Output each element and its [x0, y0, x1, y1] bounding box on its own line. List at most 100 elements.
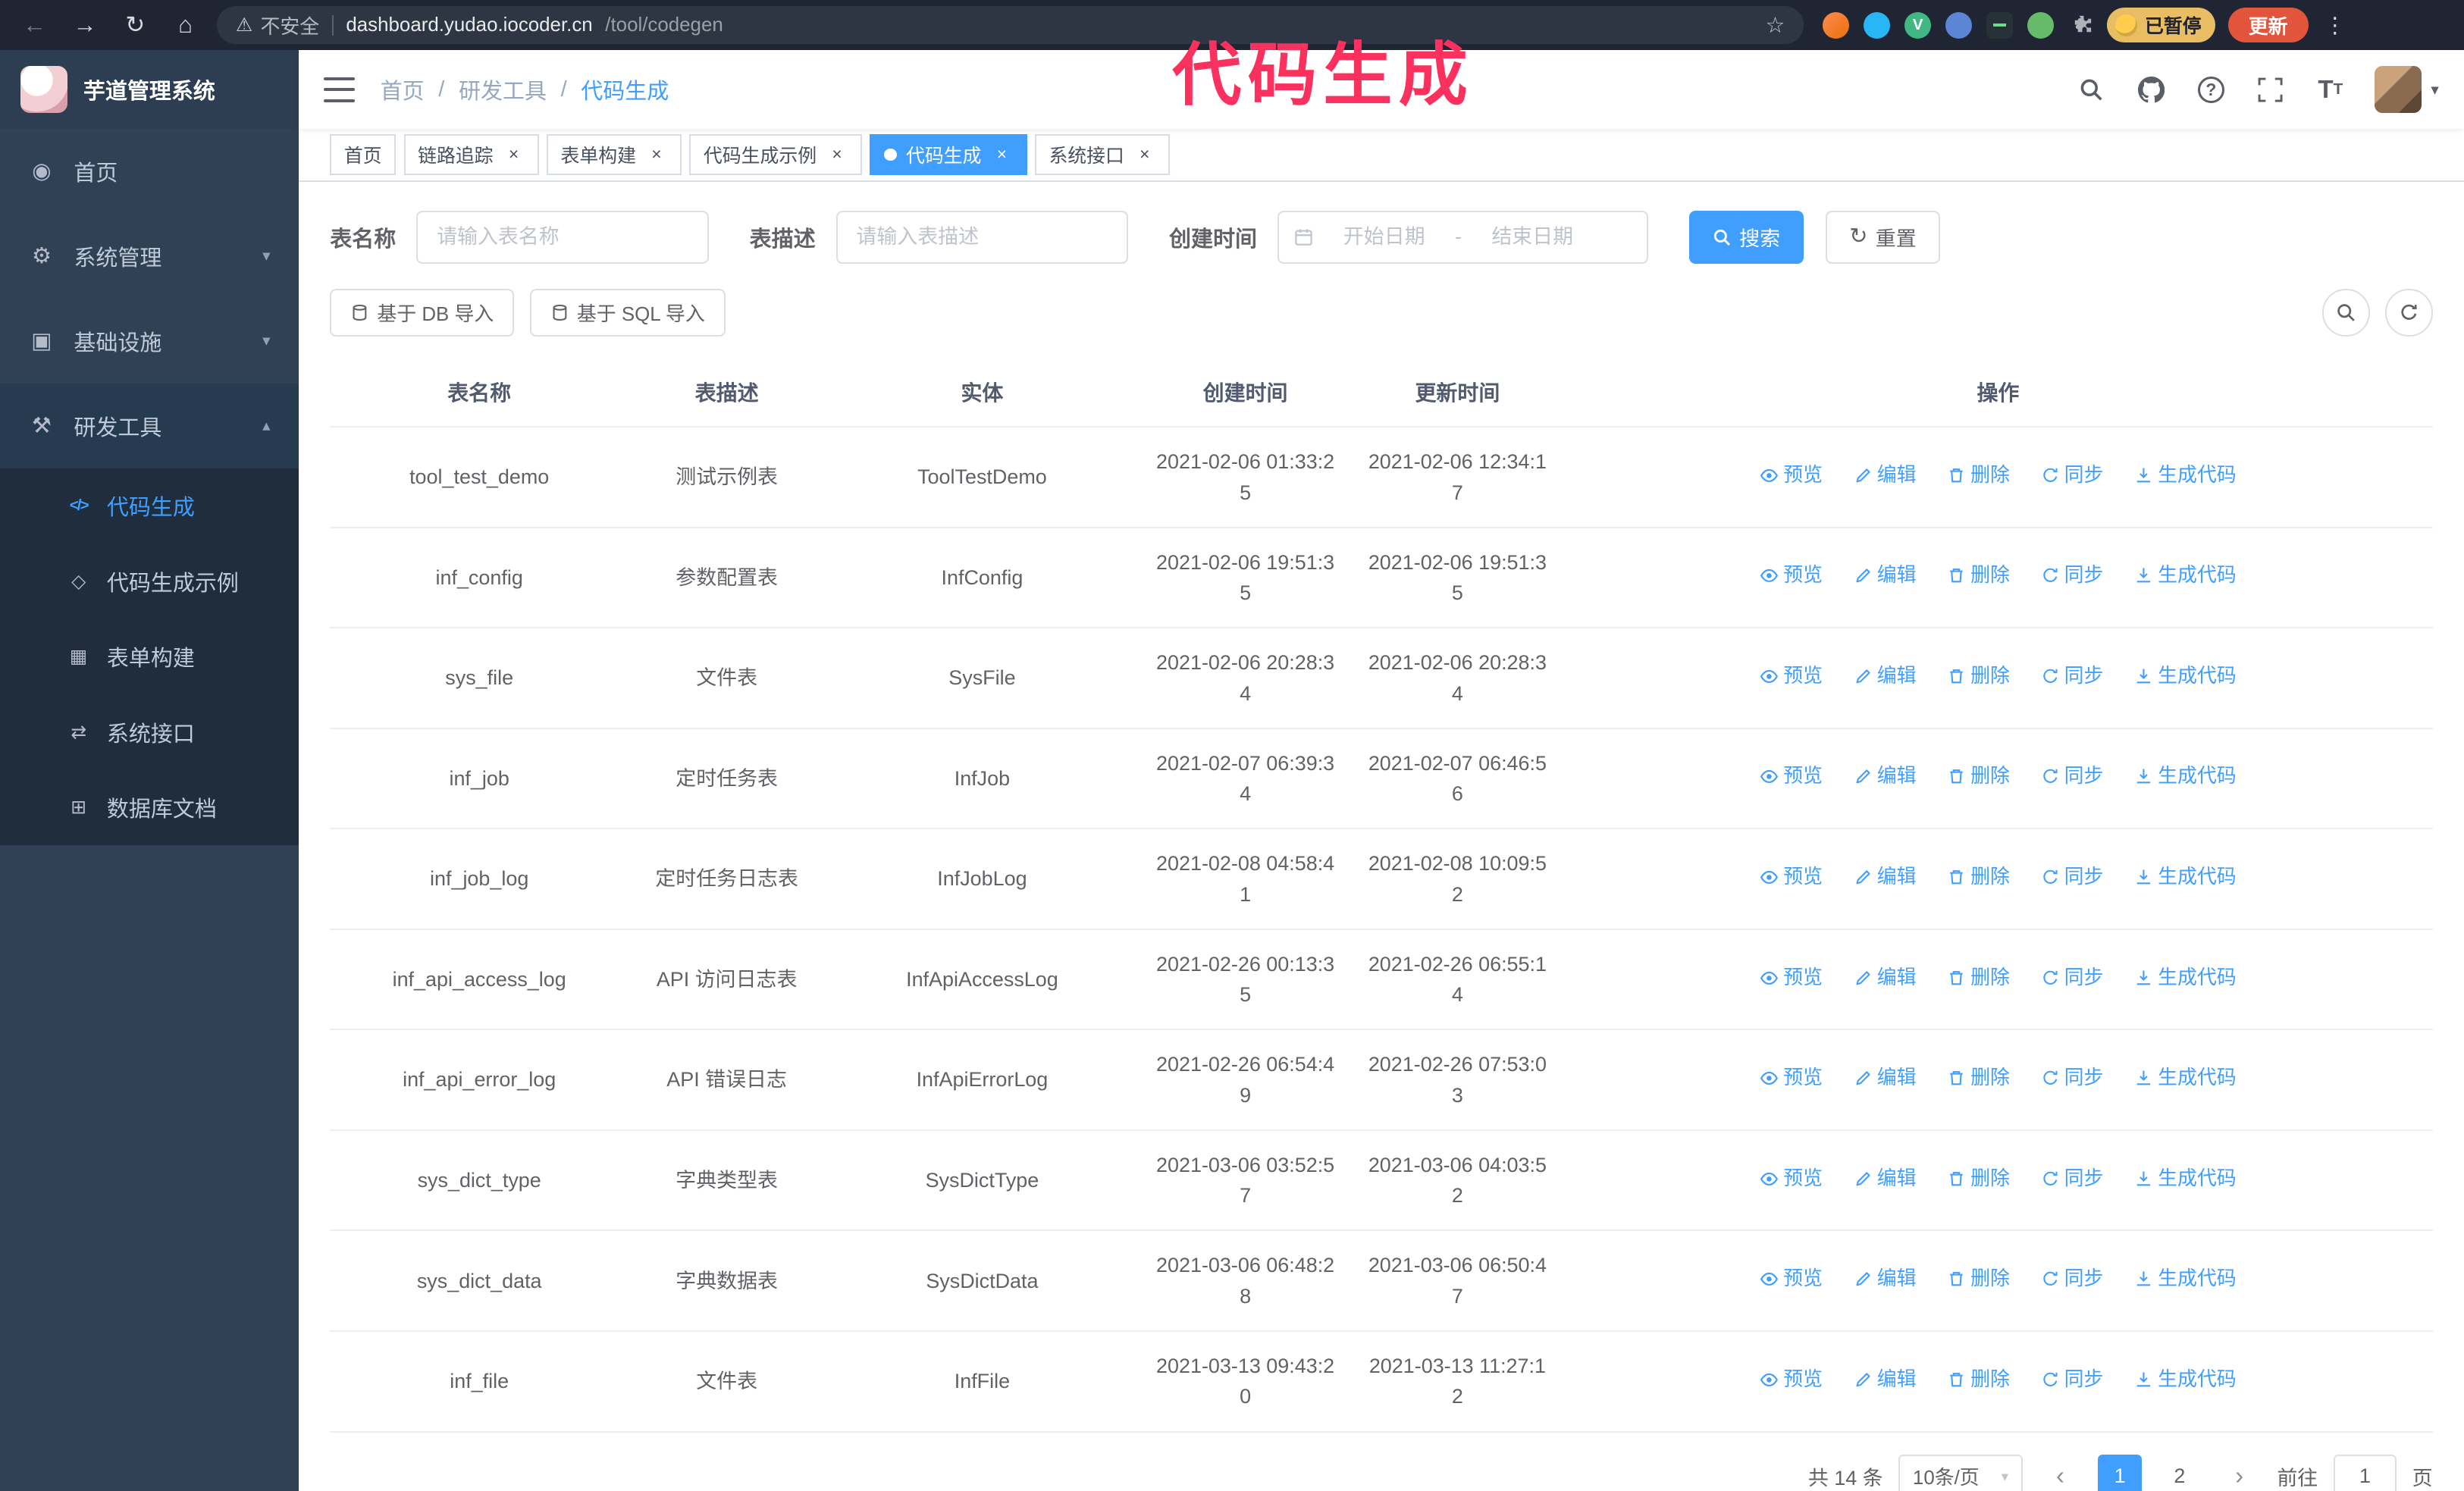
action-generate-code[interactable]: 生成代码: [2134, 461, 2237, 490]
extensions-puzzle-icon[interactable]: [2068, 12, 2095, 39]
action-edit[interactable]: 编辑: [1854, 762, 1916, 791]
action-edit[interactable]: 编辑: [1854, 1264, 1916, 1294]
action-generate-code[interactable]: 生成代码: [2134, 762, 2237, 791]
search-button[interactable]: 搜索: [1688, 210, 1804, 265]
tab-system-api[interactable]: 系统接口 ×: [1034, 134, 1170, 176]
sidebar-item-system-management[interactable]: ⚙ 系统管理 ▾: [0, 214, 299, 299]
reset-button[interactable]: ↻ 重置: [1826, 210, 1940, 265]
refresh-table-button[interactable]: [2385, 289, 2433, 337]
import-db-button[interactable]: 基于 DB 导入: [330, 289, 515, 337]
profile-paused-badge[interactable]: 已暂停: [2107, 8, 2216, 42]
tab-form-builder[interactable]: 表单构建 ×: [546, 134, 682, 176]
end-date-input[interactable]: [1468, 225, 1597, 249]
tab-home[interactable]: 首页: [330, 134, 397, 176]
action-delete[interactable]: 删除: [1947, 1264, 2010, 1294]
next-page-button[interactable]: ›: [2218, 1455, 2262, 1491]
create-time-range-picker[interactable]: -: [1277, 210, 1649, 265]
action-preview[interactable]: 预览: [1760, 1264, 1823, 1294]
table-desc-input[interactable]: [835, 210, 1129, 265]
action-sync[interactable]: 同步: [2041, 662, 2103, 691]
table-name-input[interactable]: [416, 210, 709, 265]
action-sync[interactable]: 同步: [2041, 1164, 2103, 1194]
toggle-search-button[interactable]: [2322, 289, 2370, 337]
action-preview[interactable]: 预览: [1760, 1063, 1823, 1093]
action-generate-code[interactable]: 生成代码: [2134, 1164, 2237, 1194]
action-delete[interactable]: 删除: [1947, 863, 2010, 892]
action-sync[interactable]: 同步: [2041, 461, 2103, 490]
security-indicator[interactable]: ⚠ 不安全: [236, 11, 319, 39]
action-edit[interactable]: 编辑: [1854, 1063, 1916, 1093]
prev-page-button[interactable]: ‹: [2038, 1455, 2082, 1491]
search-icon[interactable]: [2076, 74, 2107, 105]
action-edit[interactable]: 编辑: [1854, 863, 1916, 892]
back-icon[interactable]: ←: [16, 6, 54, 44]
tab-codegen[interactable]: 代码生成 ×: [870, 134, 1027, 176]
reload-icon[interactable]: ↻: [116, 6, 154, 44]
sidebar-item-form-builder[interactable]: ▦ 表单构建: [0, 619, 299, 694]
action-preview[interactable]: 预览: [1760, 561, 1823, 590]
tab-codegen-example[interactable]: 代码生成示例 ×: [689, 134, 863, 176]
home-icon[interactable]: ⌂: [167, 6, 205, 44]
action-sync[interactable]: 同步: [2041, 863, 2103, 892]
action-edit[interactable]: 编辑: [1854, 662, 1916, 691]
close-icon[interactable]: ×: [991, 144, 1013, 166]
address-bar[interactable]: ⚠ 不安全 dashboard.yudao.iocoder.cn /tool/c…: [216, 6, 1804, 45]
extension-users-icon[interactable]: [1945, 11, 1973, 39]
action-generate-code[interactable]: 生成代码: [2134, 1264, 2237, 1294]
action-delete[interactable]: 删除: [1947, 762, 2010, 791]
start-date-input[interactable]: [1319, 225, 1449, 249]
action-edit[interactable]: 编辑: [1854, 561, 1916, 590]
action-edit[interactable]: 编辑: [1854, 1365, 1916, 1395]
breadcrumb-dev-tools[interactable]: 研发工具: [459, 74, 547, 105]
browser-update-button[interactable]: 更新: [2227, 8, 2309, 42]
github-icon[interactable]: [2136, 74, 2167, 105]
action-preview[interactable]: 预览: [1760, 863, 1823, 892]
extension-screen-icon[interactable]: [1986, 11, 2013, 39]
font-size-icon[interactable]: TT: [2315, 74, 2346, 105]
extension-leaf-icon[interactable]: [2027, 11, 2054, 39]
sidebar-item-codegen[interactable]: </> 代码生成: [0, 468, 299, 543]
action-preview[interactable]: 预览: [1760, 963, 1823, 993]
page-button-2[interactable]: 2: [2157, 1454, 2202, 1491]
action-preview[interactable]: 预览: [1760, 762, 1823, 791]
extension-vue-icon[interactable]: V: [1904, 11, 1932, 39]
sidebar-item-infrastructure[interactable]: ▣ 基础设施 ▾: [0, 299, 299, 384]
sidebar-item-codegen-example[interactable]: ◇ 代码生成示例: [0, 543, 299, 619]
breadcrumb-home[interactable]: 首页: [381, 74, 425, 105]
sidebar-toggle-icon[interactable]: [323, 77, 356, 102]
bookmark-star-icon[interactable]: ☆: [1766, 12, 1785, 39]
action-sync[interactable]: 同步: [2041, 1063, 2103, 1093]
help-icon[interactable]: ?: [2196, 74, 2227, 105]
action-preview[interactable]: 预览: [1760, 1164, 1823, 1194]
page-size-select[interactable]: 10条/页 ▾: [1898, 1454, 2023, 1491]
forward-icon[interactable]: →: [66, 6, 104, 44]
close-icon[interactable]: ×: [826, 144, 848, 166]
close-icon[interactable]: ×: [503, 144, 525, 166]
action-delete[interactable]: 删除: [1947, 461, 2010, 490]
sidebar-item-dev-tools[interactable]: ⚒ 研发工具 ▴: [0, 383, 299, 468]
action-generate-code[interactable]: 生成代码: [2134, 662, 2237, 691]
action-delete[interactable]: 删除: [1947, 561, 2010, 590]
sidebar-item-system-api[interactable]: ⇄ 系统接口: [0, 694, 299, 769]
action-sync[interactable]: 同步: [2041, 1365, 2103, 1395]
action-preview[interactable]: 预览: [1760, 461, 1823, 490]
action-sync[interactable]: 同步: [2041, 1264, 2103, 1294]
action-edit[interactable]: 编辑: [1854, 963, 1916, 993]
action-sync[interactable]: 同步: [2041, 762, 2103, 791]
import-sql-button[interactable]: 基于 SQL 导入: [529, 289, 726, 337]
extension-fox-icon[interactable]: [1823, 11, 1850, 39]
action-edit[interactable]: 编辑: [1854, 461, 1916, 490]
user-menu[interactable]: ▾: [2374, 66, 2439, 114]
page-button-1[interactable]: 1: [2098, 1454, 2143, 1491]
action-generate-code[interactable]: 生成代码: [2134, 963, 2237, 993]
action-sync[interactable]: 同步: [2041, 561, 2103, 590]
extension-drop-icon[interactable]: [1864, 11, 1891, 39]
sidebar-item-db-doc[interactable]: ⊞ 数据库文档: [0, 770, 299, 845]
action-generate-code[interactable]: 生成代码: [2134, 1365, 2237, 1395]
browser-menu-icon[interactable]: ⋮: [2321, 12, 2349, 39]
app-logo[interactable]: 芋道管理系统: [0, 50, 299, 129]
action-sync[interactable]: 同步: [2041, 963, 2103, 993]
action-preview[interactable]: 预览: [1760, 1365, 1823, 1395]
close-icon[interactable]: ×: [1133, 144, 1155, 166]
action-generate-code[interactable]: 生成代码: [2134, 1063, 2237, 1093]
